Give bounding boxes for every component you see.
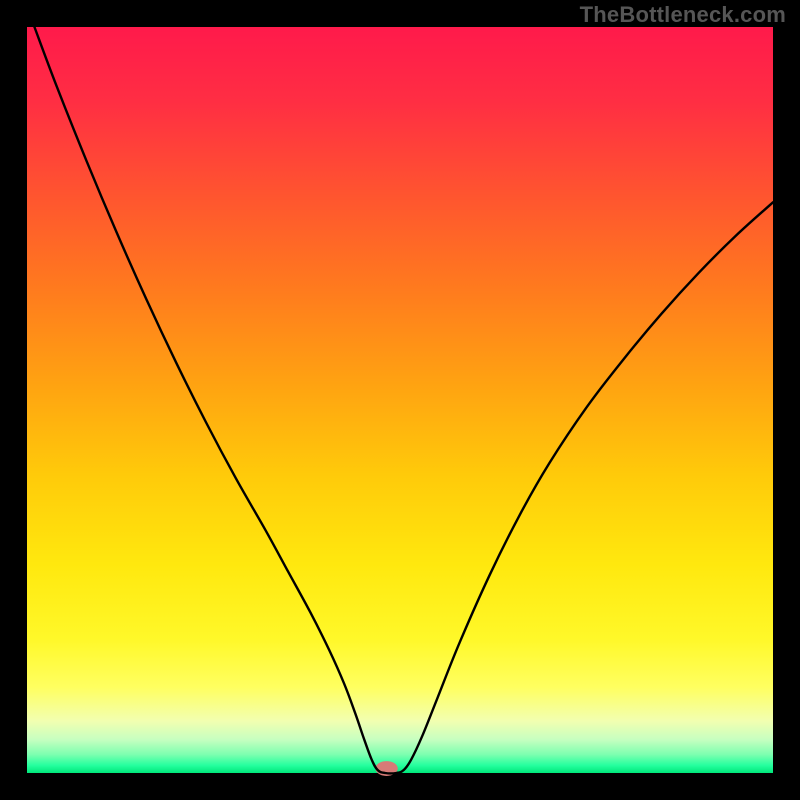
watermark-text: TheBottleneck.com xyxy=(580,2,786,28)
chart-frame: TheBottleneck.com xyxy=(0,0,800,800)
bottleneck-curve-chart xyxy=(0,0,800,800)
gradient-background xyxy=(27,27,773,773)
